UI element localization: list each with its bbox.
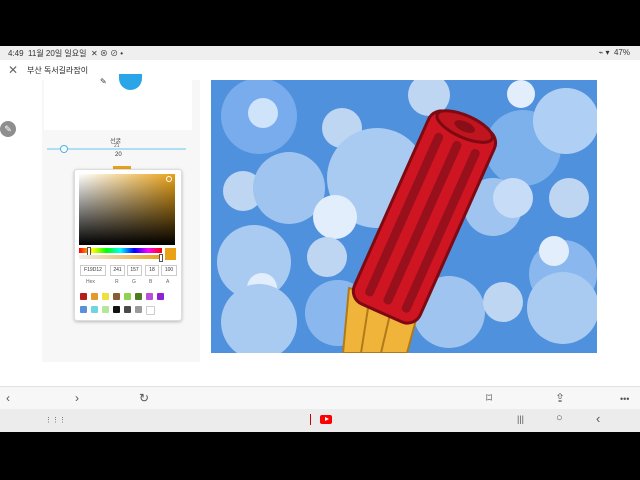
slider-handle[interactable] (60, 145, 68, 153)
apps-grid-icon[interactable]: ⋮⋮⋮ (45, 416, 66, 424)
back-icon[interactable]: ‹ (6, 391, 10, 405)
slider-value: 20 (115, 152, 122, 158)
saturation-cursor[interactable] (166, 176, 172, 182)
color-swatch[interactable] (135, 293, 142, 300)
close-icon[interactable]: ✕ (8, 63, 18, 77)
wifi-icon: ⌁ ▾ (598, 48, 610, 57)
selected-color-preview (165, 248, 176, 260)
color-swatch[interactable] (80, 306, 87, 313)
color-swatch[interactable] (146, 306, 155, 315)
browser-nav-bar: ‹ › ↻ ⌑ ⇪ ••• (0, 386, 640, 410)
divider (310, 414, 311, 425)
share-icon[interactable]: ⇪ (555, 391, 565, 405)
a-label: A (166, 279, 170, 285)
color-swatch[interactable] (146, 293, 153, 300)
color-swatch[interactable] (135, 306, 142, 313)
r-input[interactable]: 241 (110, 265, 125, 276)
youtube-icon[interactable] (320, 415, 332, 424)
color-swatch[interactable] (124, 306, 131, 313)
color-swatch[interactable] (102, 306, 109, 313)
recents-icon[interactable]: ||| (517, 414, 524, 424)
hex-input[interactable]: F19D12 (80, 265, 106, 276)
saturation-area[interactable] (79, 174, 175, 245)
color-swatch[interactable] (80, 293, 87, 300)
popsicle-body (351, 109, 498, 325)
pencil-icon: ✎ (4, 124, 12, 134)
color-swatch[interactable] (124, 293, 131, 300)
color-swatch[interactable] (157, 293, 164, 300)
notification-icons: ✕ ⊗ ⊘ • (90, 49, 124, 58)
forward-icon[interactable]: › (75, 391, 79, 405)
pen-tool-icon[interactable]: ✎ (100, 77, 107, 86)
system-back-icon[interactable]: ‹ (596, 411, 600, 426)
edit-pencil-button[interactable]: ✎ (0, 121, 16, 137)
b-input[interactable]: 18 (145, 265, 159, 276)
color-swatch[interactable] (113, 293, 120, 300)
status-date: 11월 20일 일요일 (28, 49, 87, 58)
hex-label: Hex (86, 279, 95, 285)
drawing-canvas[interactable] (211, 80, 597, 353)
g-label: G (132, 279, 136, 285)
popsicle-drawing (341, 109, 498, 353)
r-label: R (115, 279, 119, 285)
status-time: 4:49 (8, 49, 24, 58)
title-bar: ✕ 부산 독서길라잡이 (0, 60, 640, 81)
status-left: 4:49 11월 20일 일요일 ✕ ⊗ ⊘ • (8, 48, 123, 59)
alpha-handle[interactable] (159, 254, 163, 262)
slider-value-top: 21 (114, 143, 120, 149)
a-input[interactable]: 100 (161, 265, 177, 276)
more-menu-icon[interactable]: ••• (620, 394, 629, 404)
status-right: ⌁ ▾ 47% (598, 48, 630, 57)
home-icon[interactable]: ○ (556, 412, 563, 424)
tool-panel-top (44, 80, 192, 130)
color-swatch[interactable] (102, 293, 109, 300)
color-swatch[interactable] (91, 306, 98, 313)
page-title: 부산 독서길라잡이 (27, 66, 89, 75)
hue-slider[interactable] (79, 248, 162, 253)
alpha-slider[interactable] (79, 255, 162, 259)
g-input[interactable]: 157 (127, 265, 142, 276)
battery-level: 47% (613, 48, 630, 57)
status-bar: 4:49 11월 20일 일요일 ✕ ⊗ ⊘ • ⌁ ▾ 47% (0, 46, 640, 60)
reload-icon[interactable]: ↻ (139, 391, 149, 405)
color-swatch[interactable] (113, 306, 120, 313)
bookmark-icon[interactable]: ⌑ (486, 391, 492, 405)
b-label: B (149, 279, 153, 285)
color-swatch[interactable] (91, 293, 98, 300)
